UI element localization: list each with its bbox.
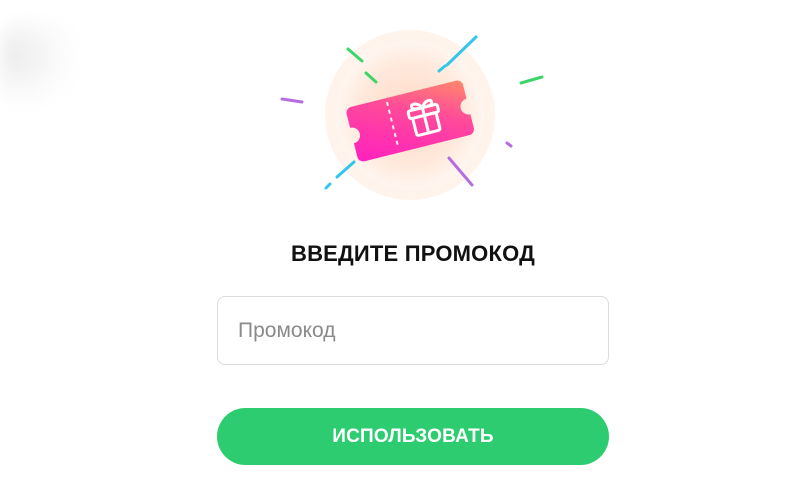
- gift-ticket-icon: [280, 30, 544, 200]
- gift-ticket-illustration: [270, 25, 550, 210]
- apply-promo-button[interactable]: ИСПОЛЬЗОВАТЬ: [217, 408, 609, 465]
- page-title: ВВЕДИТЕ ПРОМОКОД: [290, 241, 536, 266]
- promo-code-screen: ВВЕДИТЕ ПРОМОКОД ИСПОЛЬЗОВАТЬ: [0, 0, 800, 480]
- promo-code-input[interactable]: [217, 296, 609, 365]
- blurred-corner-decoration: [0, 20, 80, 110]
